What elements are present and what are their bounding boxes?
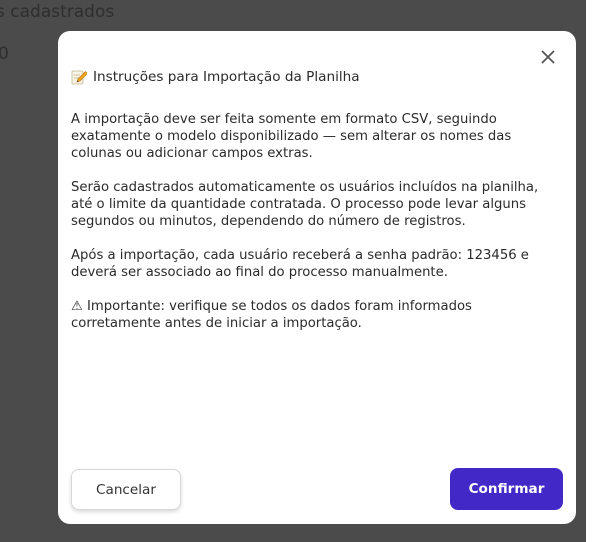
import-instructions-dialog: Instruções para Importação da Planilha A… [58, 31, 576, 524]
close-button[interactable] [536, 45, 560, 69]
instruction-paragraph-csv-format: A importação deve ser feita somente em f… [71, 112, 512, 161]
close-icon [541, 50, 555, 64]
window-edge [586, 0, 598, 542]
memo-pencil-icon [71, 69, 87, 85]
dialog-title-text: Instruções para Importação da Planilha [93, 69, 360, 85]
cancel-button[interactable]: Cancelar [71, 469, 181, 510]
instruction-paragraph-important-warning: ⚠ Importante: verifique se todos os dado… [71, 299, 472, 331]
dialog-title: Instruções para Importação da Planilha [71, 69, 561, 85]
background-heading: s cadastrados [0, 2, 115, 22]
dialog-body: A importação deve ser feita somente em f… [71, 111, 563, 332]
confirm-button[interactable]: Confirmar [450, 468, 563, 510]
instruction-paragraph-default-password: Após a importação, cada usuário receberá… [71, 248, 529, 280]
background-count: 0 [0, 44, 9, 64]
instruction-paragraph-auto-register: Serão cadastrados automaticamente os usu… [71, 180, 539, 229]
